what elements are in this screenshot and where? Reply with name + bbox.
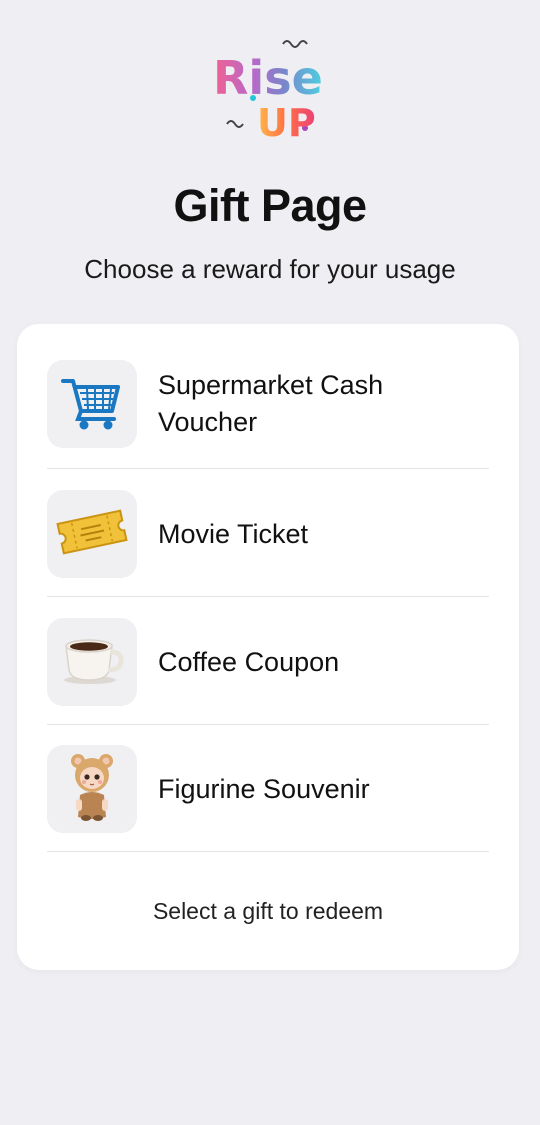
gift-list-card: Supermarket Cash Voucher Movie Ticket Co…	[17, 324, 519, 970]
gift-item-supermarket-voucher[interactable]: Supermarket Cash Voucher	[47, 360, 489, 448]
divider	[47, 724, 489, 725]
gift-label: Supermarket Cash Voucher	[158, 367, 383, 441]
logo-rise-text: Rise	[213, 51, 323, 105]
gift-icon-tile	[47, 618, 137, 706]
gift-label: Figurine Souvenir	[158, 773, 370, 804]
page-subtitle: Choose a reward for your usage	[84, 254, 456, 284]
gift-icon-tile	[47, 490, 137, 578]
divider	[47, 468, 489, 469]
gift-label-line: Supermarket Cash	[158, 370, 384, 400]
page-title: Gift Page	[173, 180, 367, 231]
rise-up-logo: Rise UP	[205, 32, 335, 152]
divider	[47, 596, 489, 597]
coffee-cup-icon	[60, 634, 124, 691]
gift-item-figurine-souvenir[interactable]: Figurine Souvenir	[47, 745, 489, 833]
gift-label: Coffee Coupon	[158, 646, 340, 677]
gift-item-movie-ticket[interactable]: Movie Ticket	[47, 490, 489, 578]
figurine-icon	[68, 751, 116, 828]
gift-icon-tile	[47, 745, 137, 833]
gift-label-line: Voucher	[158, 407, 258, 437]
divider	[47, 851, 489, 852]
redeem-hint: Select a gift to redeem	[152, 898, 384, 924]
gift-icon-tile	[47, 360, 137, 448]
logo-up-text: UP	[257, 101, 316, 145]
ticket-icon	[54, 507, 130, 562]
shopping-cart-icon	[60, 373, 124, 436]
gift-item-coffee-coupon[interactable]: Coffee Coupon	[47, 618, 489, 706]
gift-label: Movie Ticket	[158, 518, 309, 549]
